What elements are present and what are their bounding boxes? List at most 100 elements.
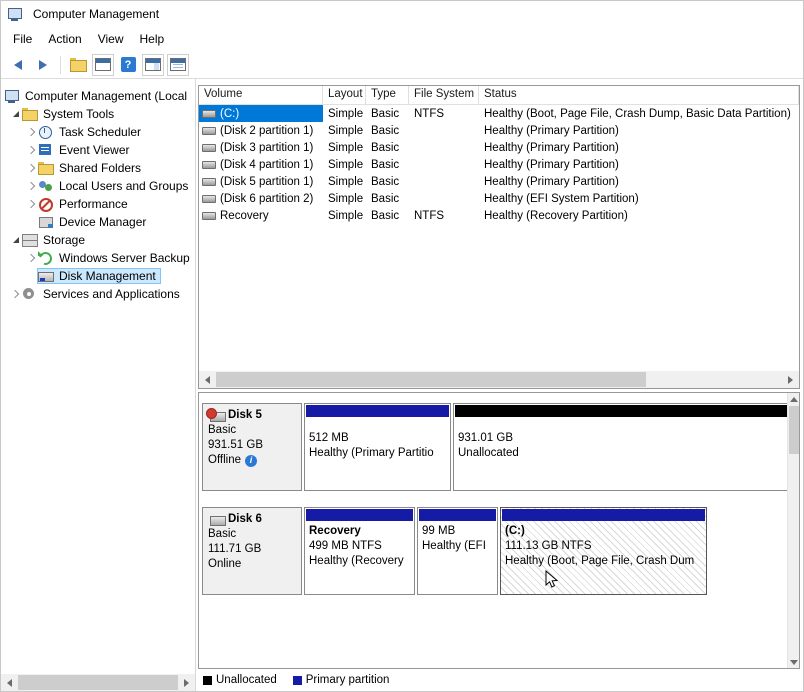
tree-item-computer-management[interactable]: Computer Management (Local: [1, 87, 195, 105]
partition-size: 499 MB NTFS: [309, 539, 410, 554]
cell-type: Basic: [366, 142, 409, 154]
tree-item-label: Shared Folders: [58, 161, 142, 175]
partition-disk5-unallocated[interactable]: 931.01 GB Unallocated: [453, 403, 800, 491]
app-icon[interactable]: [7, 7, 23, 21]
disk-management-icon: [38, 269, 54, 283]
scroll-down-arrow[interactable]: [788, 656, 800, 668]
cell-type: Basic: [366, 176, 409, 188]
graphical-view-vertical-scrollbar[interactable]: [787, 393, 799, 668]
partition-disk6-recovery[interactable]: Recovery 499 MB NTFS Healthy (Recovery: [304, 507, 415, 595]
table-row-recovery[interactable]: Recovery Simple Basic NTFS Healthy (Reco…: [199, 207, 799, 224]
action-pane-icon: [170, 58, 186, 71]
tree-item-event-viewer[interactable]: Event Viewer: [1, 141, 195, 159]
chevron-collapsed-icon[interactable]: [25, 198, 38, 211]
scroll-right-arrow[interactable]: [178, 674, 195, 691]
column-header-volume[interactable]: Volume: [199, 86, 323, 104]
chevron-collapsed-icon[interactable]: [25, 180, 38, 193]
tree-item-disk-management[interactable]: Disk Management: [1, 267, 195, 285]
tree-item-storage[interactable]: Storage: [1, 231, 195, 249]
partition-color-bar: [502, 509, 705, 521]
info-icon[interactable]: i: [245, 455, 257, 467]
tree-item-task-scheduler[interactable]: Task Scheduler: [1, 123, 195, 141]
cell-layout: Simple: [323, 176, 366, 188]
partition-status: Unallocated: [458, 446, 798, 461]
tree-item-services-and-applications[interactable]: Services and Applications: [1, 285, 195, 303]
shared-folders-icon: [38, 161, 54, 175]
show-hide-console-tree-button[interactable]: [92, 54, 114, 76]
partition-disk5-1[interactable]: 512 MB Healthy (Primary Partitio: [304, 403, 451, 491]
chevron-expanded-icon[interactable]: [9, 234, 22, 247]
disk-info-disk5[interactable]: Disk 5 Basic 931.51 GB Offline i: [202, 403, 302, 491]
volume-name: (Disk 2 partition 1): [220, 125, 313, 137]
tree-item-windows-server-backup[interactable]: Windows Server Backup: [1, 249, 195, 267]
menu-file[interactable]: File: [5, 29, 40, 49]
tree-horizontal-scrollbar[interactable]: [1, 674, 195, 691]
partition-status: Healthy (Boot, Page File, Crash Dum: [505, 554, 702, 569]
tree-item-system-tools[interactable]: System Tools: [1, 105, 195, 123]
scroll-right-arrow[interactable]: [782, 371, 799, 388]
partition-color-bar: [419, 509, 496, 521]
column-header-layout[interactable]: Layout: [323, 86, 366, 104]
scroll-left-arrow[interactable]: [199, 371, 216, 388]
menu-help[interactable]: Help: [132, 29, 173, 49]
table-row-c[interactable]: (C:) Simple Basic NTFS Healthy (Boot, Pa…: [199, 105, 799, 122]
partition-disk6-c[interactable]: (C:) 111.13 GB NTFS Healthy (Boot, Page …: [500, 507, 707, 595]
tree-item-label: Device Manager: [58, 215, 147, 229]
cell-type: Basic: [366, 159, 409, 171]
action-pane-button[interactable]: [167, 54, 189, 76]
table-row-disk4p1[interactable]: (Disk 4 partition 1) Simple Basic Health…: [199, 156, 799, 173]
scrollbar-thumb[interactable]: [789, 406, 799, 454]
main-area: Computer Management (Local System Tools …: [1, 79, 803, 691]
cell-status: Healthy (Primary Partition): [479, 176, 799, 188]
disk-info-disk6[interactable]: Disk 6 Basic 111.71 GB Online: [202, 507, 302, 595]
tree-item-label: Disk Management: [58, 269, 157, 283]
table-row-disk6p2[interactable]: (Disk 6 partition 2) Simple Basic Health…: [199, 190, 799, 207]
tree-item-shared-folders[interactable]: Shared Folders: [1, 159, 195, 177]
selected-tree-item: Disk Management: [38, 269, 160, 283]
toolbar-separator: [60, 56, 61, 74]
console-window-button[interactable]: [142, 54, 164, 76]
chevron-collapsed-icon[interactable]: [9, 288, 22, 301]
console-tree-icon: [95, 58, 111, 71]
chevron-expanded-icon[interactable]: [9, 108, 22, 121]
volume-name: (C:): [220, 108, 239, 120]
menu-action[interactable]: Action: [40, 29, 89, 49]
column-header-status[interactable]: Status: [479, 86, 799, 104]
tree-item-device-manager[interactable]: Device Manager: [1, 213, 195, 231]
chevron-collapsed-icon[interactable]: [25, 144, 38, 157]
partition-disk6-efi[interactable]: 99 MB Healthy (EFI: [417, 507, 498, 595]
disk-icon: [208, 514, 225, 526]
chevron-collapsed-icon[interactable]: [25, 126, 38, 139]
scroll-left-arrow[interactable]: [1, 674, 18, 691]
help-button[interactable]: ?: [117, 54, 139, 76]
table-row-disk5p1[interactable]: (Disk 5 partition 1) Simple Basic Health…: [199, 173, 799, 190]
disk-row-disk5: Disk 5 Basic 931.51 GB Offline i: [202, 403, 781, 491]
table-row-disk2p1[interactable]: (Disk 2 partition 1) Simple Basic Health…: [199, 122, 799, 139]
device-manager-icon: [38, 215, 54, 229]
tree-item-performance[interactable]: Performance: [1, 195, 195, 213]
menu-bar: File Action View Help: [1, 27, 803, 51]
cell-status: Healthy (Primary Partition): [479, 142, 799, 154]
chevron-collapsed-icon[interactable]: [25, 252, 38, 265]
menu-view[interactable]: View: [90, 29, 132, 49]
partition-status: Healthy (Recovery: [309, 554, 410, 569]
table-row-disk3p1[interactable]: (Disk 3 partition 1) Simple Basic Health…: [199, 139, 799, 156]
up-level-button[interactable]: [67, 54, 89, 76]
chevron-collapsed-icon[interactable]: [25, 162, 38, 175]
partition-status: Healthy (EFI: [422, 539, 493, 554]
scrollbar-thumb[interactable]: [18, 675, 178, 690]
column-header-file-system[interactable]: File System: [409, 86, 479, 104]
cell-status: Healthy (Recovery Partition): [479, 210, 799, 222]
volume-name: (Disk 6 partition 2): [220, 193, 313, 205]
back-button[interactable]: [7, 54, 29, 76]
services-applications-icon: [22, 287, 38, 301]
tree-item-label: Performance: [58, 197, 129, 211]
column-header-type[interactable]: Type: [366, 86, 409, 104]
forward-button[interactable]: [32, 54, 54, 76]
scrollbar-thumb[interactable]: [216, 372, 646, 387]
tree-item-local-users-and-groups[interactable]: Local Users and Groups: [1, 177, 195, 195]
scroll-up-arrow[interactable]: [788, 393, 800, 405]
volume-list-horizontal-scrollbar[interactable]: [199, 371, 799, 388]
legend-label: Primary partition: [306, 674, 390, 686]
cell-layout: Simple: [323, 210, 366, 222]
